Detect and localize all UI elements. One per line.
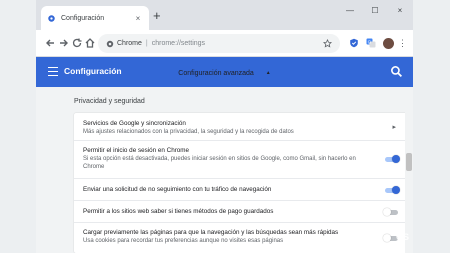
forward-arrow-icon[interactable] (58, 37, 70, 49)
shield-icon[interactable] (349, 38, 359, 48)
row-title: Permitir el inicio de sesión en Chrome (83, 147, 190, 154)
close-icon[interactable]: × (133, 14, 143, 23)
toggle-switch[interactable] (383, 155, 400, 163)
site-label: Chrome (117, 40, 142, 47)
translate-icon[interactable]: G (366, 38, 376, 48)
list-item-google-services[interactable]: Servicios de Google y sincronización Más… (74, 113, 410, 141)
maximize-button[interactable]: ☐ (366, 6, 384, 15)
watermark: CS (396, 232, 410, 242)
row-title: Servicios de Google y sincronización (83, 120, 186, 127)
tab-settings[interactable]: Configuración × (41, 6, 149, 30)
section-title: Privacidad y seguridad (74, 98, 145, 105)
row-subtitle: Si esta opción está desactivada, puedes … (83, 156, 356, 170)
scrollbar[interactable] (405, 87, 413, 253)
address-bar[interactable]: Chrome | chrome://settings (98, 34, 340, 53)
list-item-do-not-track: Enviar una solicitud de no seguimiento c… (74, 179, 410, 201)
toggle-switch[interactable] (383, 208, 400, 216)
kebab-menu-icon[interactable]: ⋮ (398, 36, 407, 50)
url-text[interactable]: chrome://settings (152, 40, 323, 47)
gear-icon (48, 14, 55, 22)
window-close-button[interactable]: × (391, 6, 409, 15)
star-icon[interactable] (323, 39, 332, 48)
url-separator: | (145, 40, 148, 47)
new-tab-button[interactable]: + (153, 9, 161, 23)
tab-strip: Configuración × + — ☐ × (36, 0, 413, 30)
advanced-settings-label: Configuración avanzada (178, 70, 254, 77)
list-item-payment-methods: Permitir a los sitios web saber si tiene… (74, 201, 410, 223)
avatar[interactable] (383, 38, 394, 49)
toggle-switch[interactable] (383, 186, 400, 194)
secure-icon[interactable] (106, 40, 114, 48)
list-item-preload-pages: Cargar previamente las páginas para que … (74, 223, 410, 253)
row-subtitle: Usa cookies para recordar tus preferenci… (83, 238, 284, 244)
row-title: Cargar previamente las páginas para que … (83, 229, 339, 236)
advanced-settings-toggle[interactable]: Configuración avanzada ▲ (36, 70, 413, 77)
chevron-right-icon[interactable]: ▸ (392, 123, 396, 131)
scrollbar-thumb[interactable] (406, 153, 412, 171)
privacy-card: Servicios de Google y sincronización Más… (74, 113, 410, 253)
tab-title: Configuración (61, 14, 105, 22)
row-subtitle: Más ajustes relacionados con la privacid… (83, 129, 294, 135)
row-title: Enviar una solicitud de no seguimiento c… (83, 186, 272, 193)
back-arrow-icon[interactable] (44, 37, 56, 49)
chevron-up-icon: ▲ (265, 70, 271, 76)
reload-icon[interactable] (71, 37, 83, 49)
list-item-allow-chrome-signin: Permitir el inicio de sesión en Chrome S… (74, 141, 410, 179)
toolbar: Chrome | chrome://settings G ⋮ (36, 30, 413, 57)
svg-text:G: G (368, 39, 372, 44)
browser-window: Configuración × + — ☐ × Chrome | chrome:… (36, 0, 413, 253)
row-title: Permitir a los sitios web saber si tiene… (83, 208, 274, 215)
home-icon[interactable] (84, 37, 96, 49)
minimize-button[interactable]: — (341, 6, 359, 15)
